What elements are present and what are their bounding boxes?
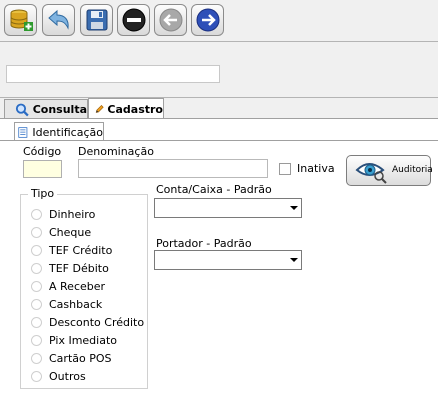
conta-select[interactable] — [154, 198, 302, 218]
remove-button[interactable] — [117, 4, 150, 36]
arrow-right-circle-icon — [196, 8, 219, 32]
tab-cadastro-label: Cadastro — [107, 102, 163, 116]
inativa-checkbox[interactable] — [279, 163, 291, 175]
tab-consulta[interactable]: Consulta — [4, 99, 88, 119]
portador-label: Portador - Padrão — [156, 237, 252, 250]
undo-button[interactable] — [42, 4, 75, 36]
tipo-radio-desconto-credito[interactable] — [31, 317, 42, 328]
tipo-label: Cheque — [49, 226, 92, 239]
undo-arrow-icon — [47, 9, 69, 30]
eye-magnifier-icon — [355, 163, 387, 184]
chevron-down-icon[interactable] — [287, 199, 301, 217]
tipo-label: Dinheiro — [49, 208, 96, 221]
minus-circle-icon — [122, 8, 145, 32]
codigo-label: Código — [23, 145, 62, 158]
floppy-disk-icon — [86, 9, 107, 31]
tab-consulta-label: Consulta — [32, 103, 87, 116]
header-separator — [0, 97, 438, 98]
conta-label: Conta/Caixa - Padrão — [156, 183, 272, 196]
previous-button[interactable] — [154, 4, 187, 36]
tipo-label: Pix Imediato — [49, 334, 118, 347]
tipo-radio-cheque[interactable] — [31, 227, 42, 238]
tipo-radio-cashback[interactable] — [31, 299, 42, 310]
inativa-label: Inativa — [297, 162, 335, 175]
tipo-label: TEF Crédito — [49, 244, 113, 257]
tipo-label: TEF Débito — [49, 262, 109, 275]
chevron-down-icon[interactable] — [287, 251, 301, 269]
pencil-icon — [95, 105, 104, 113]
tipo-label: Cartão POS — [49, 352, 112, 365]
tab-identificacao-label: Identificação — [32, 125, 103, 139]
tipo-label: Desconto Crédito — [49, 316, 145, 329]
search-input[interactable] — [6, 65, 220, 83]
denominacao-field[interactable] — [78, 159, 268, 178]
database-add-icon — [10, 9, 33, 31]
save-button[interactable] — [80, 4, 113, 36]
codigo-field[interactable] — [23, 160, 62, 178]
next-button[interactable] — [191, 4, 224, 36]
tipo-title: Tipo — [28, 187, 58, 200]
tipo-radio-tef-credito[interactable] — [31, 245, 42, 256]
arrow-left-circle-icon — [159, 8, 182, 32]
tab-cadastro[interactable]: Cadastro — [88, 98, 164, 119]
tipo-label: Cashback — [49, 298, 103, 311]
denominacao-label: Denominação — [78, 145, 154, 158]
auditoria-button[interactable]: Auditoria — [346, 155, 433, 186]
magnifier-icon — [15, 103, 29, 116]
subtab-separator — [0, 140, 438, 141]
tipo-label: A Receber — [49, 280, 106, 293]
tipo-radio-a-receber[interactable] — [31, 281, 42, 292]
tipo-radio-cartao-pos[interactable] — [31, 353, 42, 364]
tipo-radio-tef-debito[interactable] — [31, 263, 42, 274]
toolbar-separator — [0, 41, 438, 42]
tipo-radio-pix-imediato[interactable] — [31, 335, 42, 346]
tab-identificacao[interactable]: Identificação — [14, 122, 104, 141]
tipo-label: Outros — [49, 370, 86, 383]
portador-select[interactable] — [154, 250, 302, 270]
tipo-radio-dinheiro[interactable] — [31, 209, 42, 220]
auditoria-label: Auditoria — [392, 165, 433, 175]
tipo-radio-outros[interactable] — [31, 371, 42, 382]
document-icon — [18, 126, 28, 138]
new-record-button[interactable] — [4, 4, 37, 36]
